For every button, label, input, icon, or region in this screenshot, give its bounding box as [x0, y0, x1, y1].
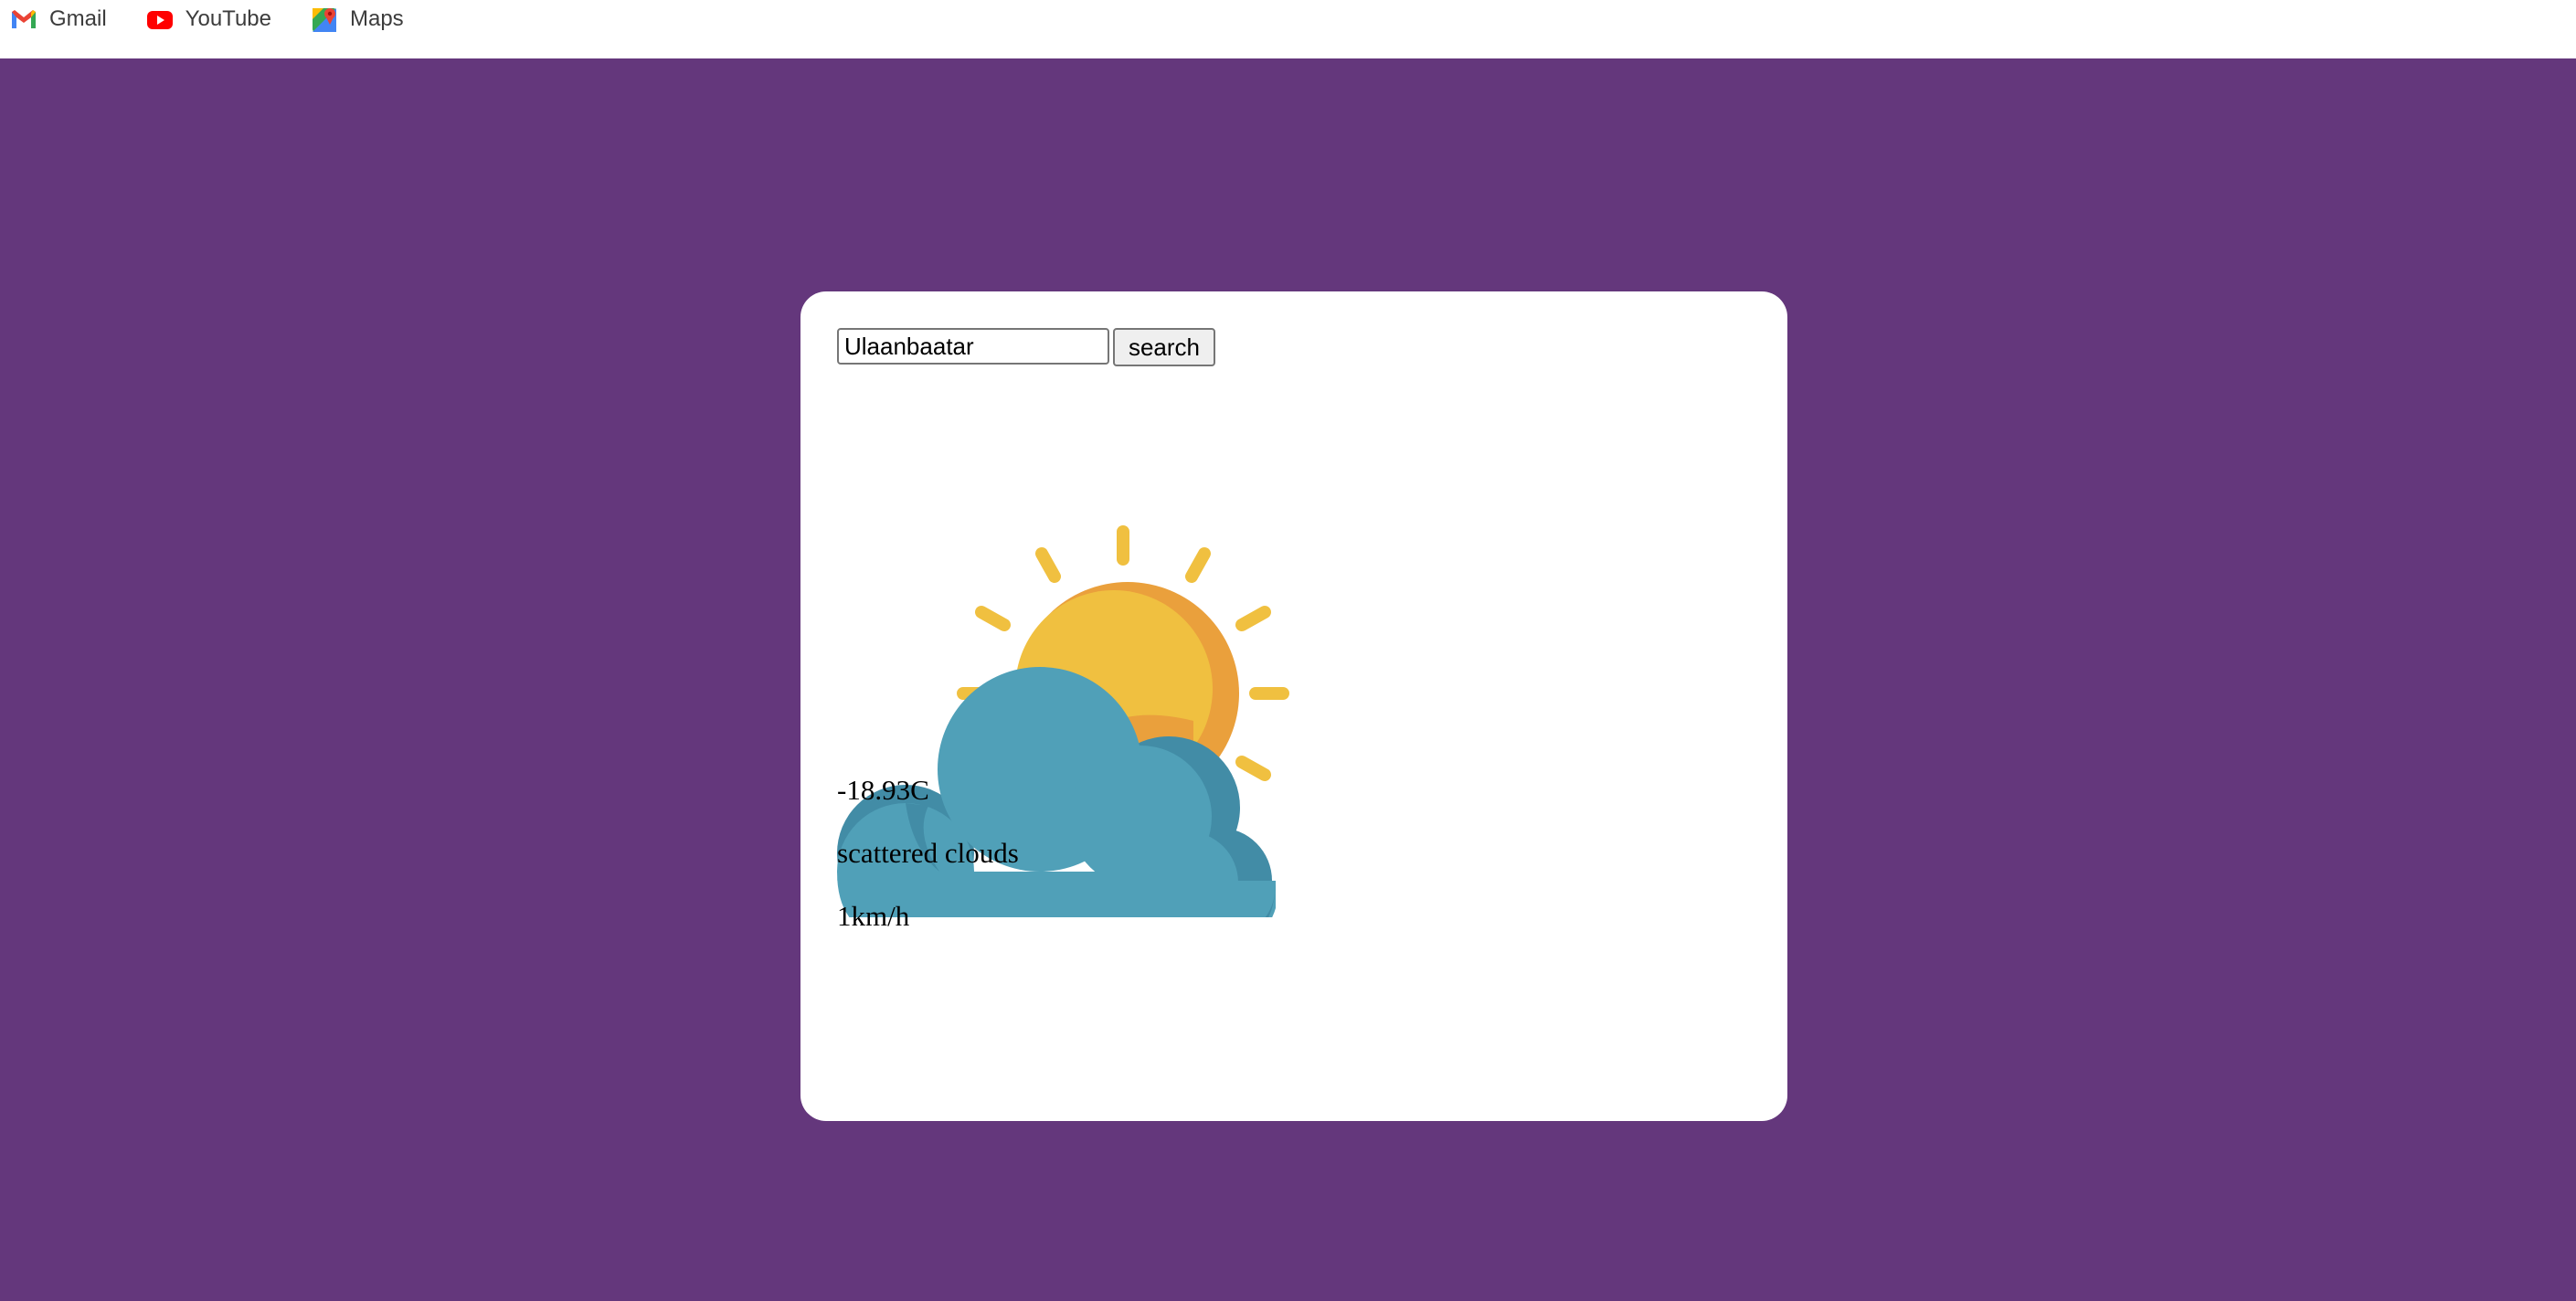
- bookmark-label: Maps: [349, 6, 404, 31]
- weather-description-text: scattered clouds: [837, 837, 1019, 869]
- bookmark-gmail[interactable]: Gmail: [9, 0, 107, 39]
- temperature-text: -18.93C: [837, 774, 929, 806]
- city-search-input[interactable]: [837, 328, 1109, 365]
- maps-icon: [312, 8, 336, 32]
- weather-card: search: [800, 291, 1787, 1121]
- wind-speed-text: 1km/h: [837, 900, 910, 932]
- bookmark-youtube[interactable]: YouTube: [145, 0, 271, 39]
- youtube-icon: [146, 11, 173, 29]
- bookmarks-bar: Gmail YouTube Maps: [0, 0, 2576, 58]
- gmail-icon: [12, 10, 36, 28]
- bookmark-label: Gmail: [49, 6, 107, 31]
- page-background: search: [0, 58, 2576, 1301]
- search-button[interactable]: search: [1113, 328, 1215, 366]
- bookmark-maps[interactable]: Maps: [310, 0, 404, 39]
- bookmark-label: YouTube: [185, 6, 271, 31]
